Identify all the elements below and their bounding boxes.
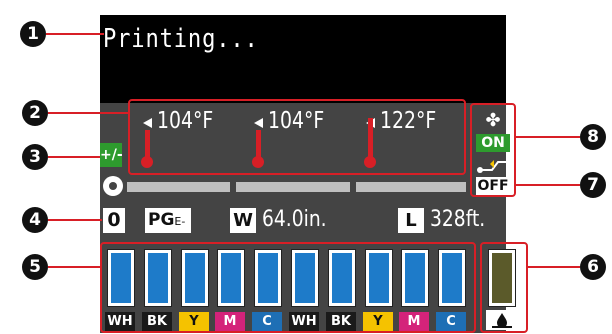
fan-status: ON [476, 134, 510, 152]
callout-5: 5 [22, 254, 48, 280]
ink-color-label: WH [105, 312, 135, 331]
platen-gap-value: E- [174, 215, 186, 228]
ink-cartridge-level [365, 249, 393, 307]
media-length-value: 328ft. [430, 207, 486, 232]
ink-color-label: Y [363, 312, 393, 331]
ink-fill [369, 253, 389, 303]
ink-color-label: WH [289, 312, 319, 331]
waste-ink-bottle [488, 249, 516, 307]
ink-color-label: Y [179, 312, 209, 331]
callout-7: 7 [580, 172, 606, 198]
take-up-reel-icon [476, 158, 510, 174]
heater-flag-icon [254, 118, 263, 128]
callout-6: 6 [580, 254, 606, 280]
media-roll-core-icon [109, 182, 117, 190]
after-heater-temperature: 122°F [380, 108, 437, 134]
ink-drop-icon [486, 310, 518, 330]
ink-cartridge-level [438, 249, 466, 307]
callout-3: 3 [22, 144, 48, 170]
ink-cartridge-level [107, 249, 135, 307]
pre-heater-temperature: 104°F [157, 108, 214, 134]
progress-segment [356, 182, 466, 192]
ink-fill [221, 253, 241, 303]
callout-4: 4 [22, 207, 48, 233]
callout-line-5 [48, 266, 102, 268]
callout-line-6 [528, 266, 580, 268]
ink-cartridge-level [181, 249, 209, 307]
callout-line-4 [48, 219, 102, 221]
media-remaining-count: 0 [103, 208, 125, 233]
ink-fill [405, 253, 425, 303]
ink-color-label: M [399, 312, 429, 331]
callout-line-8 [516, 136, 580, 138]
ink-color-label: M [215, 312, 245, 331]
callout-line-1 [46, 33, 104, 35]
thermometer-icon [368, 118, 373, 160]
callout-line-2 [48, 112, 128, 114]
thermometer-bulb-icon [364, 156, 376, 168]
ink-cartridge-level [144, 249, 172, 307]
fan-icon: ✤ [485, 110, 501, 131]
ink-fill [111, 253, 131, 303]
ink-fill [185, 253, 205, 303]
ink-color-label: BK [326, 312, 356, 331]
platen-gap-label: PG [148, 210, 175, 230]
progress-segment [127, 182, 230, 192]
status-text: Printing... [103, 24, 259, 54]
waste-ink-fill [492, 253, 512, 303]
ink-fill [258, 253, 278, 303]
platen-gap-indicator: PGE- [145, 208, 191, 233]
adjust-indicator: +/- [100, 143, 123, 167]
progress-segment [236, 182, 350, 192]
ink-fill [442, 253, 462, 303]
callout-1: 1 [20, 21, 46, 47]
callout-line-7 [516, 184, 580, 186]
ink-color-label: BK [142, 312, 172, 331]
thermometer-bulb-icon [252, 156, 264, 168]
ink-color-label: C [436, 312, 466, 331]
ink-fill [295, 253, 315, 303]
media-length-tag: L [398, 208, 424, 233]
ink-color-label: C [252, 312, 282, 331]
callout-line-3 [48, 156, 102, 158]
ink-fill [148, 253, 168, 303]
ink-fill [332, 253, 352, 303]
ink-cartridge-level [217, 249, 245, 307]
heater-flag-icon [143, 118, 152, 128]
callout-2: 2 [22, 100, 48, 126]
ink-cartridge-level [401, 249, 429, 307]
take-up-status: OFF [476, 177, 510, 195]
platen-heater-temperature: 104°F [268, 108, 325, 134]
thermometer-bulb-icon [141, 156, 153, 168]
callout-8: 8 [580, 124, 606, 150]
media-width-value: 64.0in. [262, 207, 327, 232]
media-width-tag: W [230, 208, 256, 233]
ink-cartridge-level [328, 249, 356, 307]
ink-cartridge-level [291, 249, 319, 307]
ink-cartridge-level [254, 249, 282, 307]
